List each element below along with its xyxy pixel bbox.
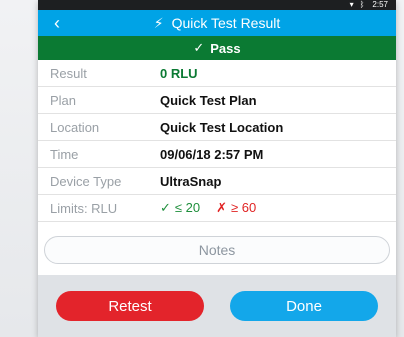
label-plan: Plan bbox=[50, 92, 77, 108]
status-bar: ▾ ᛒ 2:57 bbox=[38, 0, 396, 10]
row-device-type: Device Type UltraSnap bbox=[38, 168, 396, 195]
app-bar: ‹ ⚡ Quick Test Result bbox=[38, 10, 396, 36]
row-location: Location Quick Test Location bbox=[38, 114, 396, 141]
device-screen: ▾ ᛒ 2:57 ‹ ⚡ Quick Test Result ✓ Pass Re… bbox=[38, 0, 396, 337]
pass-banner: ✓ Pass bbox=[38, 36, 396, 60]
value-location: Quick Test Location bbox=[160, 119, 284, 135]
check-icon: ✓ bbox=[160, 200, 171, 215]
row-time: Time 09/06/18 2:57 PM bbox=[38, 141, 396, 168]
row-result: Result 0 RLU bbox=[38, 60, 396, 87]
notes-button[interactable]: Notes bbox=[44, 236, 390, 264]
pass-text: Pass bbox=[210, 40, 241, 56]
result-rows: Result 0 RLU Plan Quick Test Plan Locati… bbox=[38, 60, 396, 222]
value-result: 0 RLU bbox=[160, 65, 198, 81]
wifi-icon: ▾ bbox=[349, 0, 354, 9]
label-limits: Limits: RLU bbox=[50, 200, 118, 216]
row-limits: Limits: RLU ✓ ≤ 20 ✗ ≥ 60 bbox=[38, 195, 396, 222]
done-button[interactable]: Done bbox=[230, 291, 378, 321]
limit-pass-text: ≤ 20 bbox=[174, 200, 201, 215]
value-time: 09/06/18 2:57 PM bbox=[160, 146, 264, 162]
limit-fail: ✗ ≥ 60 bbox=[216, 200, 256, 216]
scene: ▾ ᛒ 2:57 ‹ ⚡ Quick Test Result ✓ Pass Re… bbox=[0, 0, 404, 337]
limit-pass: ✓ ≤ 20 bbox=[160, 200, 200, 216]
value-device-type: UltraSnap bbox=[160, 173, 222, 189]
row-plan: Plan Quick Test Plan bbox=[38, 87, 396, 114]
label-time: Time bbox=[50, 146, 79, 162]
x-icon: ✗ bbox=[216, 200, 228, 215]
limit-fail-text: ≥ 60 bbox=[231, 200, 257, 215]
retest-button[interactable]: Retest bbox=[56, 291, 204, 321]
bottom-actions: Retest Done bbox=[38, 275, 396, 337]
value-plan: Quick Test Plan bbox=[160, 92, 257, 108]
status-time: 2:57 bbox=[372, 0, 388, 9]
app-title: Quick Test Result bbox=[171, 15, 281, 31]
label-result: Result bbox=[50, 65, 87, 81]
label-location: Location bbox=[50, 119, 100, 135]
bluetooth-icon: ᛒ bbox=[359, 0, 365, 9]
title-wrap: ⚡ Quick Test Result bbox=[38, 10, 396, 36]
check-icon: ✓ bbox=[193, 40, 205, 55]
label-device-type: Device Type bbox=[50, 173, 122, 189]
lightning-icon: ⚡ bbox=[153, 15, 164, 31]
limits-values: ✓ ≤ 20 ✗ ≥ 60 bbox=[160, 200, 256, 216]
